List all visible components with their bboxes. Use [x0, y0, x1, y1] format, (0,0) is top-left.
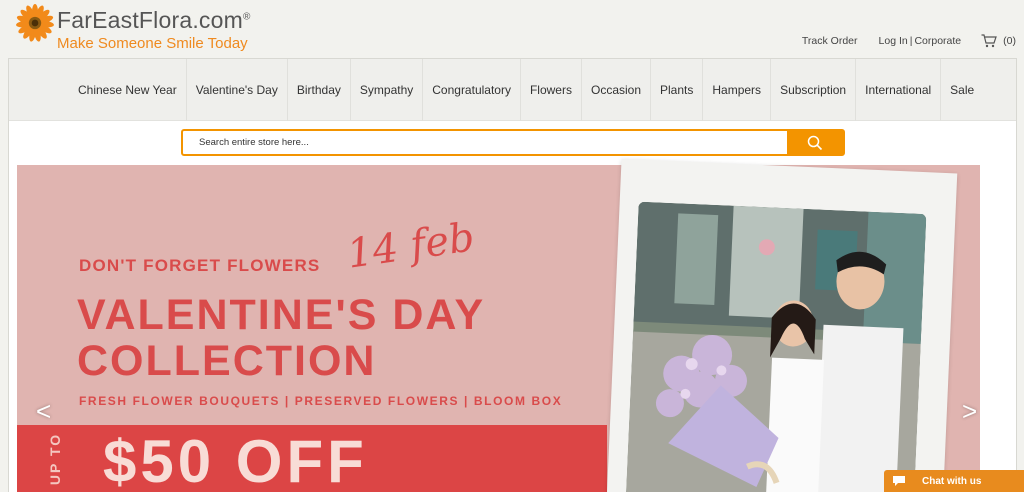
- carousel-prev-arrow[interactable]: <: [36, 396, 51, 427]
- logo-wordmark: FarEastFlora.com®: [57, 7, 251, 33]
- nav-item-hampers[interactable]: Hampers: [702, 59, 770, 121]
- gerbera-flower-icon: [16, 4, 54, 42]
- banner-subline: FRESH FLOWER BOUQUETS | PRESERVED FLOWER…: [79, 394, 563, 408]
- nav-item-valentines-day[interactable]: Valentine's Day: [185, 59, 287, 121]
- registered-mark: ®: [242, 11, 251, 23]
- banner-headline-line1: VALENTINE'S DAY: [77, 291, 486, 339]
- nav-item-plants[interactable]: Plants: [650, 59, 702, 121]
- nav-item-occasion[interactable]: Occasion: [580, 59, 650, 121]
- offer-strip: UP TO $50 OFF: [17, 425, 607, 492]
- cart-count: (0): [1003, 35, 1016, 47]
- login-link[interactable]: Log In: [879, 35, 908, 47]
- couple-with-bouquet-image: [625, 201, 927, 492]
- category-nav: Chinese New Year Valentine's Day Birthda…: [9, 59, 1016, 121]
- site-header: FarEastFlora.com® Make Someone Smile Tod…: [0, 0, 1024, 58]
- corporate-link[interactable]: Corporate: [914, 35, 961, 47]
- search-bar: [181, 129, 845, 156]
- cart-button[interactable]: (0): [981, 34, 1016, 48]
- banner-headline-line2: COLLECTION: [77, 337, 377, 385]
- shopping-cart-icon: [981, 34, 997, 48]
- nav-item-sympathy[interactable]: Sympathy: [349, 59, 422, 121]
- nav-item-subscription[interactable]: Subscription: [770, 59, 855, 121]
- carousel-next-arrow[interactable]: >: [962, 396, 977, 427]
- banner-date-script: 14 feb: [344, 214, 478, 278]
- nav-item-sale[interactable]: Sale: [940, 59, 983, 121]
- chat-bubble-icon: [893, 476, 905, 486]
- nav-item-birthday[interactable]: Birthday: [286, 59, 350, 121]
- search-input[interactable]: [183, 131, 789, 154]
- chat-widget-button[interactable]: Chat with us: [884, 470, 1024, 492]
- banner-headline: VALENTINE'S DAY COLLECTION: [77, 292, 485, 384]
- chat-label: Chat with us: [922, 475, 982, 487]
- site-logo[interactable]: FarEastFlora.com® Make Someone Smile Tod…: [16, 4, 286, 52]
- logo-tagline: Make Someone Smile Today: [57, 35, 248, 52]
- top-links: Track Order Log In | Corporate (0): [802, 34, 1016, 48]
- polaroid-frame: [606, 158, 958, 492]
- couple-photo: [625, 201, 927, 492]
- track-order-link[interactable]: Track Order: [802, 35, 858, 47]
- link-separator: |: [909, 35, 913, 47]
- nav-item-flowers[interactable]: Flowers: [519, 59, 581, 121]
- offer-amount: $50 OFF: [103, 428, 368, 492]
- nav-item-international[interactable]: International: [855, 59, 940, 121]
- nav-item-chinese-new-year[interactable]: Chinese New Year: [69, 59, 186, 121]
- banner-kicker: DON'T FORGET FLOWERS: [79, 256, 321, 275]
- offer-up-to: UP TO: [47, 432, 64, 486]
- search-button[interactable]: [787, 131, 843, 154]
- nav-item-congratulatory[interactable]: Congratulatory: [422, 59, 520, 121]
- search-icon: [807, 135, 823, 150]
